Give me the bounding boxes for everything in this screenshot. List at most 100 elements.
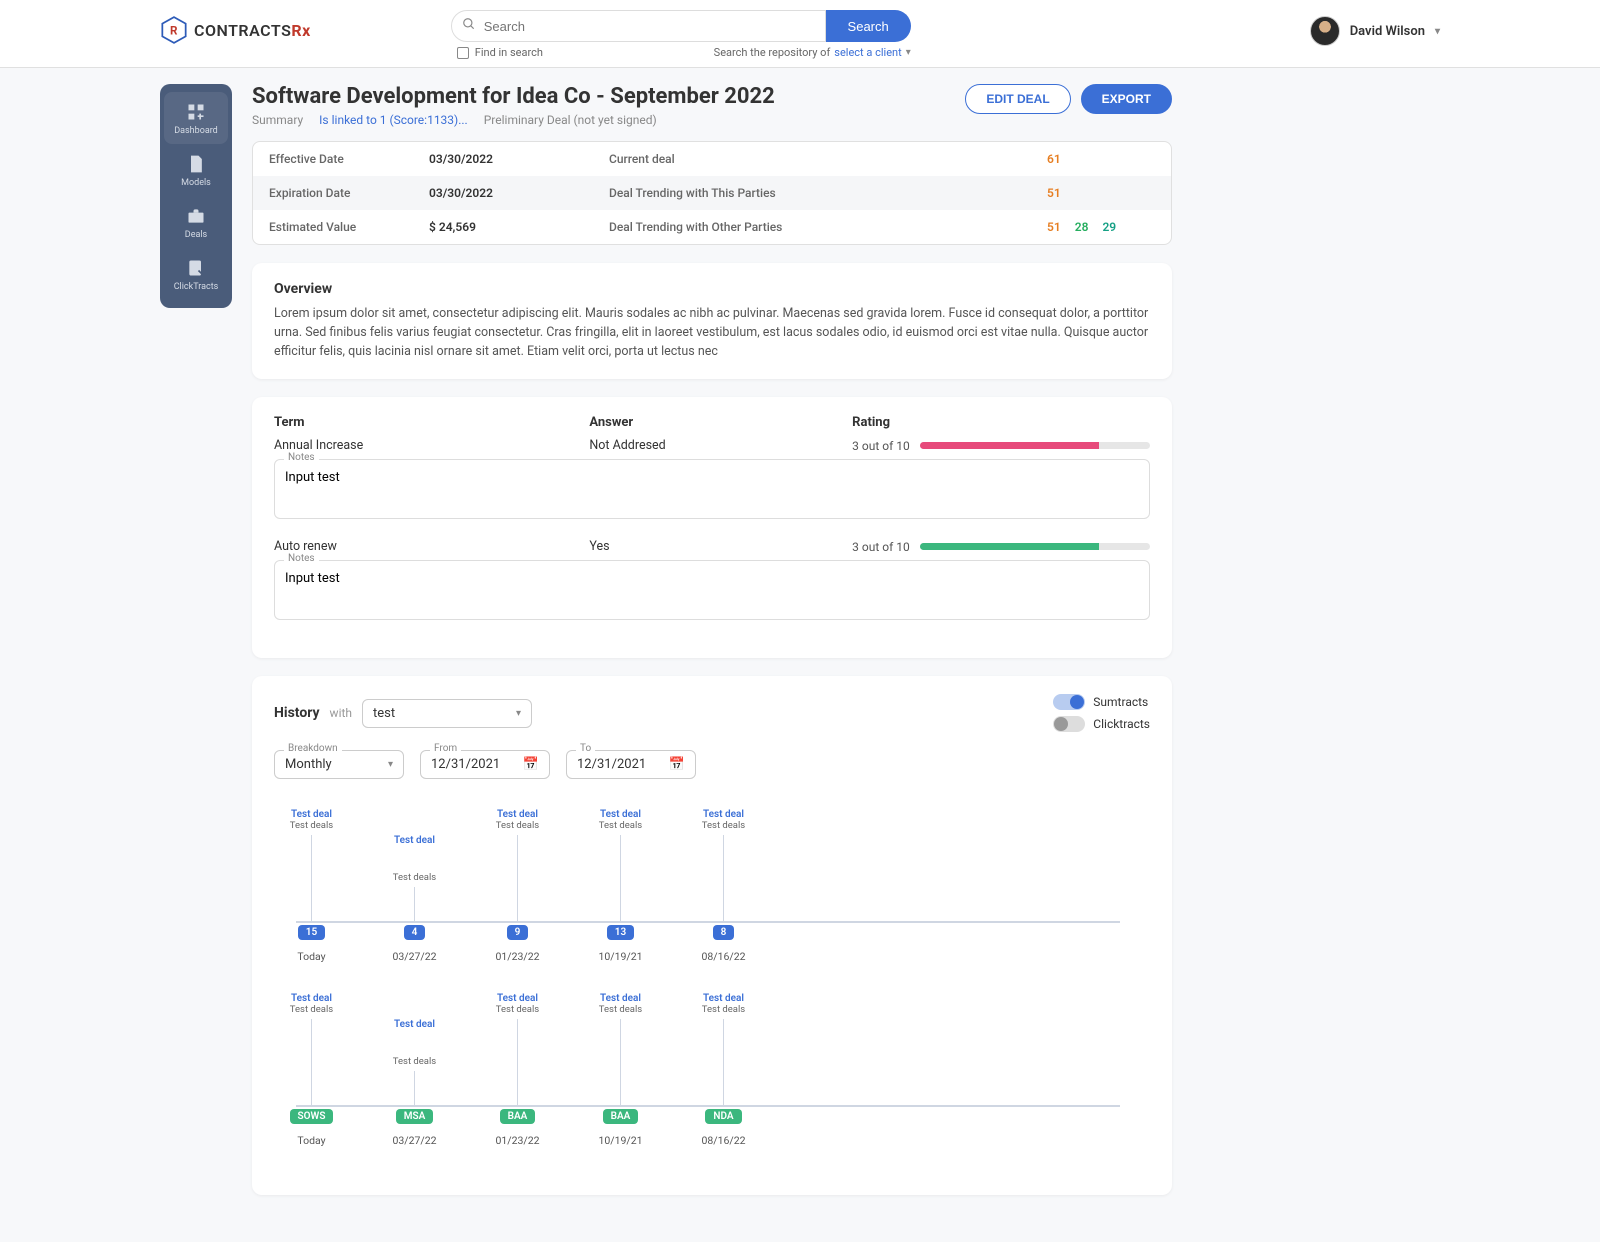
search-box[interactable] <box>451 10 826 42</box>
history-card: History with test ▾ Sumtracts Clicktract… <box>252 676 1172 1195</box>
deal-info-table: Effective Date 03/30/2022 Current deal 6… <box>252 141 1172 245</box>
svg-text:R: R <box>170 24 178 38</box>
timeline-badge: MSA <box>396 1109 434 1124</box>
timeline-title: Test deal <box>291 993 332 1004</box>
timeline-node[interactable]: Test deal Test deals MSA 03/27/22 <box>377 993 452 1147</box>
breakdown-label: Breakdown <box>284 743 342 754</box>
terms-card: Term Answer Rating Annual Increase Not A… <box>252 397 1172 658</box>
notes-input[interactable]: Input test <box>274 459 1150 519</box>
timeline-title: Test deal <box>600 809 641 820</box>
term-answer: Not Addresed <box>589 438 852 453</box>
history-select[interactable]: test ▾ <box>362 699 532 728</box>
timeline-sub: Test deals <box>599 1004 642 1015</box>
export-button[interactable]: EXPORT <box>1081 84 1172 114</box>
term-answer: Yes <box>589 539 852 554</box>
info-value: 03/30/2022 <box>413 176 593 210</box>
term-name: Annual Increase <box>274 438 589 453</box>
find-in-search-checkbox[interactable]: Find in search <box>457 46 543 59</box>
col-rating-head: Rating <box>852 415 1150 430</box>
overview-heading: Overview <box>274 281 1150 297</box>
timeline-sub: Test deals <box>599 820 642 831</box>
timeline-badge: 4 <box>404 925 426 940</box>
timeline-title: Test deal <box>497 993 538 1004</box>
logo-icon: R <box>160 16 188 44</box>
timeline-title: Test deal <box>394 835 435 846</box>
timeline-date: 01/23/22 <box>495 1134 539 1147</box>
info-nums: 51 <box>1031 176 1171 210</box>
chevron-down-icon: ▾ <box>516 708 521 719</box>
rating-text: 3 out of 10 <box>852 439 910 453</box>
timeline-badge: 8 <box>713 925 735 940</box>
timeline-node[interactable]: Test deal Test deals 15 Today <box>274 809 349 963</box>
page-title: Software Development for Idea Co - Septe… <box>252 84 775 109</box>
timeline-sub: Test deals <box>290 1004 333 1015</box>
timeline-date: 08/16/22 <box>701 950 745 963</box>
timeline-sub: Test deals <box>496 1004 539 1015</box>
sidebar: Dashboard Models Deals ClickTracts <box>160 84 232 308</box>
brand-text: CONTRACTSRx <box>194 21 311 40</box>
info-label: Effective Date <box>253 142 413 176</box>
toggle-sumtracts[interactable] <box>1053 694 1085 710</box>
select-client-link[interactable]: select a client <box>834 46 901 59</box>
timeline-badge: BAA <box>603 1109 639 1124</box>
from-label: From <box>430 743 461 754</box>
checkbox-icon <box>457 47 469 59</box>
sidebar-item-models[interactable]: Models <box>160 144 232 196</box>
dashboard-icon <box>186 102 206 122</box>
edit-deal-button[interactable]: EDIT DEAL <box>965 84 1070 114</box>
timeline-title: Test deal <box>394 1019 435 1030</box>
timeline-sub: Test deals <box>393 872 436 883</box>
info-nums: 512829 <box>1031 210 1171 244</box>
timeline-node[interactable]: Test deal Test deals 4 03/27/22 <box>377 809 452 963</box>
info-label: Deal Trending with Other Parties <box>593 210 1031 244</box>
timeline-badge: 15 <box>298 925 325 940</box>
rating-bar <box>920 442 1150 449</box>
timeline-date: 03/27/22 <box>392 950 436 963</box>
date-from[interactable]: 12/31/2021 📅 <box>420 750 550 779</box>
timeline-badge: SOWS <box>290 1109 334 1124</box>
timeline-title: Test deal <box>600 993 641 1004</box>
tab-summary[interactable]: Summary <box>252 113 303 127</box>
info-label: Current deal <box>593 142 1031 176</box>
calendar-icon: 📅 <box>669 757 685 772</box>
linked-info[interactable]: Is linked to 1 (Score:1133)... <box>319 113 468 127</box>
timeline-date: Today <box>297 950 325 963</box>
chevron-down-icon: ▾ <box>388 759 393 770</box>
timeline-node[interactable]: Test deal Test deals SOWS Today <box>274 993 349 1147</box>
search-button[interactable]: Search <box>826 10 911 42</box>
timeline-date: 10/19/21 <box>598 950 642 963</box>
timeline-node[interactable]: Test deal Test deals BAA 10/19/21 <box>583 993 658 1147</box>
timeline-date: 01/23/22 <box>495 950 539 963</box>
timeline-sub: Test deals <box>290 820 333 831</box>
breakdown-select[interactable]: Monthly ▾ <box>274 750 404 779</box>
chevron-down-icon: ▾ <box>1435 26 1440 37</box>
timeline-sub: Test deals <box>393 1056 436 1067</box>
note-edit-icon <box>186 258 206 278</box>
info-nums: 61 <box>1031 142 1171 176</box>
sidebar-item-clicktracts[interactable]: ClickTracts <box>160 248 232 300</box>
timeline-date: 10/19/21 <box>598 1134 642 1147</box>
timeline-title: Test deal <box>703 809 744 820</box>
timeline-badge: NDA <box>705 1109 741 1124</box>
timeline-node[interactable]: Test deal Test deals 9 01/23/22 <box>480 809 555 963</box>
date-to[interactable]: 12/31/2021 📅 <box>566 750 696 779</box>
notes-input[interactable]: Input test <box>274 560 1150 620</box>
avatar <box>1310 16 1340 46</box>
sidebar-item-dashboard[interactable]: Dashboard <box>164 92 228 144</box>
sidebar-item-deals[interactable]: Deals <box>160 196 232 248</box>
timeline-node[interactable]: Test deal Test deals BAA 01/23/22 <box>480 993 555 1147</box>
toggle-clicktracts[interactable] <box>1053 716 1085 732</box>
info-label: Expiration Date <box>253 176 413 210</box>
timeline-node[interactable]: Test deal Test deals 8 08/16/22 <box>686 809 761 963</box>
search-input[interactable] <box>482 18 815 35</box>
chevron-down-icon[interactable]: ▾ <box>906 47 911 58</box>
user-name: David Wilson <box>1350 24 1425 39</box>
timeline-node[interactable]: Test deal Test deals NDA 08/16/22 <box>686 993 761 1147</box>
timeline-sub: Test deals <box>702 820 745 831</box>
logo[interactable]: R CONTRACTSRx <box>160 16 311 44</box>
history-heading: History <box>274 705 320 721</box>
to-label: To <box>576 743 595 754</box>
timeline-node[interactable]: Test deal Test deals 13 10/19/21 <box>583 809 658 963</box>
info-label: Estimated Value <box>253 210 413 244</box>
user-menu[interactable]: David Wilson ▾ <box>1310 16 1440 46</box>
